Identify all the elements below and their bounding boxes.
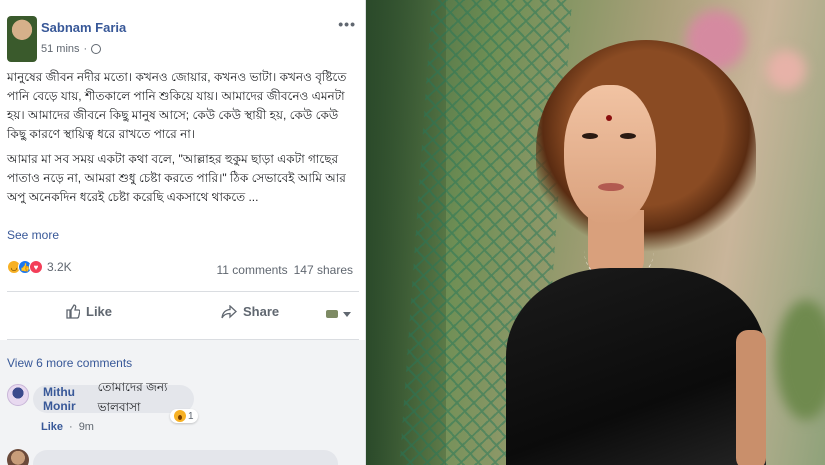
comments-count-link[interactable]: 11 comments [216, 263, 287, 277]
share-button[interactable]: Share [221, 304, 279, 319]
comment-bubble: Mithu Monir তোমাদের জন্য ভালবাসা [33, 380, 194, 414]
author-avatar[interactable] [7, 16, 37, 62]
photo-bokeh [766, 50, 806, 90]
photo-lips [598, 183, 624, 191]
viewer-avatar [326, 310, 338, 318]
post-text: মানুষের জীবন নদীর মতো। কখনও জোয়ার, কখনও… [7, 68, 359, 213]
love-reaction-icon: ♥ [29, 260, 43, 274]
commenter-avatar[interactable] [7, 449, 29, 465]
commenter-avatar[interactable] [7, 384, 29, 406]
comment-like-link[interactable]: Like [41, 421, 63, 433]
post-meta: 51 mins · [41, 43, 102, 55]
see-more-link[interactable]: See more [7, 228, 59, 242]
globe-icon [91, 44, 102, 54]
shares-count-link[interactable]: 147 shares [294, 263, 353, 277]
photo-bindi [606, 115, 612, 121]
like-label: Like [86, 304, 113, 319]
author-name[interactable]: Sabnam Faria [41, 20, 126, 35]
reaction-count: 3.2K [47, 260, 72, 274]
photo-eye [620, 133, 636, 139]
portrait-photo [366, 0, 825, 465]
like-button[interactable]: Like [66, 304, 112, 319]
share-arrow-icon [221, 304, 237, 318]
photo-face [564, 85, 656, 225]
comment-reactions[interactable]: 1 [170, 409, 198, 423]
reactions-summary[interactable]: ◡ 👍 ♥ 3.2K [7, 260, 72, 274]
engagement-counts: 11 comments 147 shares [216, 263, 353, 277]
post-as-selector[interactable] [326, 310, 351, 318]
caret-down-icon [343, 311, 351, 317]
wow-reaction-icon [174, 410, 186, 422]
commenter-name[interactable]: Mithu Monir [43, 385, 94, 413]
post-paragraph: মানুষের জীবন নদীর মতো। কখনও জোয়ার, কখনও… [7, 70, 347, 141]
thumbs-up-icon [66, 304, 80, 319]
post-time[interactable]: 51 mins [41, 43, 80, 55]
post-paragraph: আমার মা সব সময় একটা কথা বলে, "আল্লাহর হ… [7, 152, 346, 204]
comment-bubble [33, 450, 338, 465]
view-more-comments-link[interactable]: View 6 more comments [7, 356, 132, 370]
divider [7, 291, 359, 292]
comment-time[interactable]: 9m [79, 421, 94, 433]
comment-actions: Like · 9m [41, 421, 94, 433]
photo-bokeh [776, 300, 825, 420]
post-header: Sabnam Faria 51 mins · ••• [0, 0, 365, 62]
photo-arm [736, 330, 766, 465]
facebook-post: Sabnam Faria 51 mins · ••• মানুষের জীবন … [0, 0, 366, 465]
comment-reaction-count: 1 [188, 410, 194, 422]
more-options-icon[interactable]: ••• [338, 16, 356, 32]
photo-saree [506, 268, 766, 465]
photo-eye [582, 133, 598, 139]
share-label: Share [243, 304, 280, 319]
